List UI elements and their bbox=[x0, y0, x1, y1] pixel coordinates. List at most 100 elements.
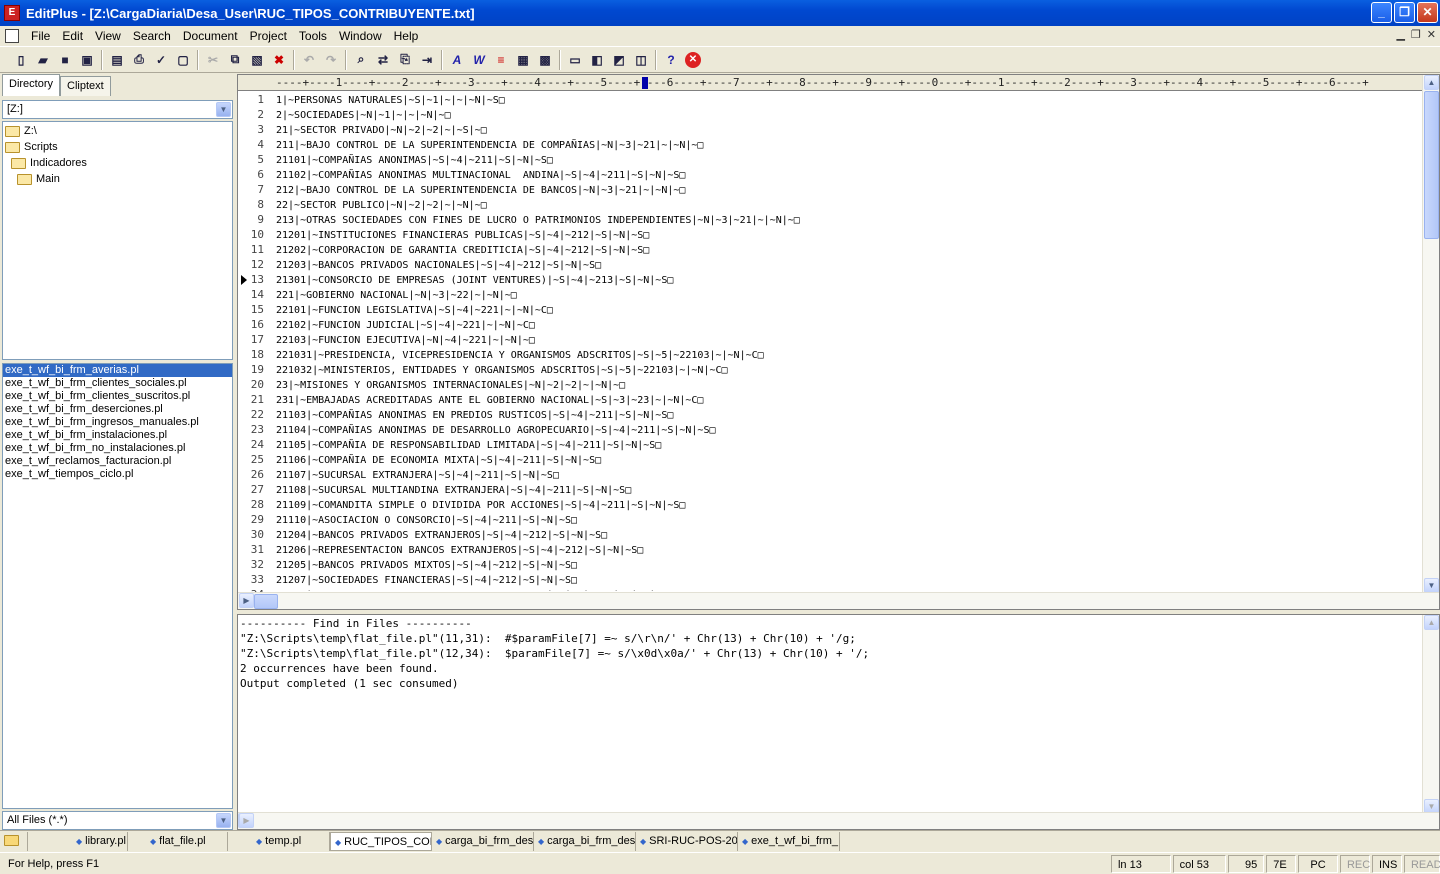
list-item[interactable]: exe_t_wf_bi_frm_deserciones.pl bbox=[3, 403, 232, 416]
code-line[interactable]: 21208|~REPRESENTACION FINANCIERAS EXTRAN… bbox=[276, 588, 673, 591]
code-line[interactable]: 23|~MISIONES Y ORGANISMOS INTERNACIONALE… bbox=[276, 378, 625, 393]
tab-flat-file[interactable]: ◆ flat_file.pl bbox=[128, 831, 228, 851]
line-number-icon[interactable]: ≡ bbox=[490, 49, 512, 71]
cliptext-window-icon[interactable]: ◩ bbox=[608, 49, 630, 71]
file-filter-select[interactable]: All Files (*.*) ▼ bbox=[2, 811, 233, 830]
menu-file[interactable]: File bbox=[25, 29, 56, 43]
list-item[interactable]: exe_t_wf_reclamos_facturacion.pl bbox=[3, 455, 232, 468]
drive-select[interactable]: [Z:] ▼ bbox=[2, 100, 233, 119]
scroll-right-icon[interactable]: ▶ bbox=[239, 813, 254, 828]
delete-icon[interactable]: ✖ bbox=[268, 49, 290, 71]
tab-directory[interactable]: Directory bbox=[2, 74, 61, 96]
cut-icon[interactable]: ✂ bbox=[202, 49, 224, 71]
code-line[interactable]: 1|~PERSONAS NATURALES|~S|~1|~|~|~N|~S□ bbox=[276, 93, 505, 108]
print-icon[interactable]: ⎙ bbox=[128, 49, 150, 71]
print-preview-icon[interactable]: ▤ bbox=[106, 49, 128, 71]
word-wrap-icon[interactable]: W bbox=[468, 49, 490, 71]
code-line[interactable]: 221|~GOBIERNO NACIONAL|~N|~3|~22|~|~N|~□ bbox=[276, 288, 517, 303]
copy-icon[interactable]: ⧉ bbox=[224, 49, 246, 71]
chevron-down-icon[interactable]: ▼ bbox=[216, 102, 231, 117]
tree-node-indicadores[interactable]: Indicadores bbox=[11, 155, 87, 171]
code-line[interactable]: 22102|~FUNCION JUDICIAL|~S|~4|~221|~|~N|… bbox=[276, 318, 535, 333]
code-line[interactable]: 21205|~BANCOS PRIVADOS MIXTOS|~S|~4|~212… bbox=[276, 558, 577, 573]
tab-ruc-tipos[interactable]: ◆RUC_TIPOS_CONT bbox=[330, 831, 432, 851]
save-all-icon[interactable]: ▣ bbox=[76, 49, 98, 71]
menu-search[interactable]: Search bbox=[127, 29, 177, 43]
code-line[interactable]: 22|~SECTOR PUBLICO|~N|~2|~2|~|~N|~□ bbox=[276, 198, 487, 213]
output-vertical-scrollbar[interactable]: ▲ ▼ bbox=[1422, 615, 1439, 814]
code-line[interactable]: 21207|~SOCIEDADES FINANCIERAS|~S|~4|~212… bbox=[276, 573, 577, 588]
restore-button[interactable]: ❐ bbox=[1394, 2, 1415, 23]
save-icon[interactable]: ■ bbox=[54, 49, 76, 71]
tab-carga-2[interactable]: ◆ carga_bi_frm_dese bbox=[534, 831, 636, 851]
goto-line-icon[interactable]: ⇥ bbox=[416, 49, 438, 71]
editor-pane[interactable]: ----+----1----+----2----+----3----+----4… bbox=[237, 74, 1440, 610]
output-line[interactable]: "Z:\Scripts\temp\flat_file.pl"(12,34): $… bbox=[240, 646, 869, 661]
undo-icon[interactable]: ↶ bbox=[298, 49, 320, 71]
code-line[interactable]: 21109|~COMANDITA SIMPLE O DIVIDIDA POR A… bbox=[276, 498, 685, 513]
document-icon[interactable] bbox=[5, 28, 19, 43]
output-line[interactable]: "Z:\Scripts\temp\flat_file.pl"(11,31): #… bbox=[240, 631, 856, 646]
ruler-icon[interactable]: ▩ bbox=[534, 49, 556, 71]
list-item[interactable]: exe_t_wf_bi_frm_clientes_sociales.pl bbox=[3, 377, 232, 390]
help-icon[interactable]: ? bbox=[660, 49, 682, 71]
code-line[interactable]: 21202|~CORPORACION DE GARANTIA CREDITICI… bbox=[276, 243, 649, 258]
status-file-mode[interactable]: PC bbox=[1298, 854, 1338, 873]
browser-view-icon[interactable]: ▢ bbox=[172, 49, 194, 71]
code-line[interactable]: 21|~SECTOR PRIVADO|~N|~2|~2|~|~S|~□ bbox=[276, 123, 487, 138]
tab-sri-ruc[interactable]: ◆ SRI-RUC-POS-200 bbox=[636, 831, 738, 851]
tree-node-root[interactable]: Z:\ bbox=[5, 123, 37, 139]
code-line[interactable]: 21110|~ASOCIACION O CONSORCIO|~S|~4|~211… bbox=[276, 513, 577, 528]
menu-help[interactable]: Help bbox=[388, 29, 425, 43]
new-file-icon[interactable]: ▯ bbox=[10, 49, 32, 71]
font-icon[interactable]: A bbox=[446, 49, 468, 71]
list-item[interactable]: exe_t_wf_tiempos_ciclo.pl bbox=[3, 468, 232, 481]
code-line[interactable]: 231|~EMBAJADAS ACREDITADAS ANTE EL GOBIE… bbox=[276, 393, 703, 408]
tree-node-scripts[interactable]: Scripts bbox=[5, 139, 58, 155]
directory-window-icon[interactable]: ◧ bbox=[586, 49, 608, 71]
list-item[interactable]: exe_t_wf_bi_frm_ingresos_manuales.pl bbox=[3, 416, 232, 429]
scroll-up-icon[interactable]: ▲ bbox=[1424, 75, 1439, 90]
code-line[interactable]: 213|~OTRAS SOCIEDADES CON FINES DE LUCRO… bbox=[276, 213, 800, 228]
redo-icon[interactable]: ↷ bbox=[320, 49, 342, 71]
tab-library[interactable]: ◆ library.pl bbox=[28, 831, 128, 851]
tab-carga-1[interactable]: ◆ carga_bi_frm_dese bbox=[432, 831, 534, 851]
code-line[interactable]: 21206|~REPRESENTACION BANCOS EXTRANJEROS… bbox=[276, 543, 643, 558]
mdi-minimize-icon[interactable]: ▁ bbox=[1396, 28, 1404, 41]
scroll-up-icon[interactable]: ▲ bbox=[1424, 615, 1439, 630]
menu-project[interactable]: Project bbox=[244, 29, 293, 43]
open-file-icon[interactable]: ▰ bbox=[32, 49, 54, 71]
close-button[interactable]: ✕ bbox=[1417, 2, 1438, 23]
code-line[interactable]: 21108|~SUCURSAL MULTIANDINA EXTRANJERA|~… bbox=[276, 483, 631, 498]
status-read[interactable]: READ bbox=[1403, 854, 1440, 873]
code-line[interactable]: 21106|~COMPAÑIA DE ECONOMIA MIXTA|~S|~4|… bbox=[276, 453, 601, 468]
code-line[interactable]: 221032|~MINISTERIOS, ENTIDADES Y ORGANIS… bbox=[276, 363, 728, 378]
code-line[interactable]: 21102|~COMPAÑIAS ANONIMAS MULTINACIONAL … bbox=[276, 168, 685, 183]
code-line[interactable]: 22103|~FUNCION EJECUTIVA|~N|~4|~221|~|~N… bbox=[276, 333, 535, 348]
tab-cliptext[interactable]: Cliptext bbox=[60, 76, 111, 96]
code-line[interactable]: 21201|~INSTITUCIONES FINANCIERAS PUBLICA… bbox=[276, 228, 649, 243]
code-line[interactable]: 2|~SOCIEDADES|~N|~1|~|~|~N|~□ bbox=[276, 108, 451, 123]
list-item[interactable]: exe_t_wf_bi_frm_instalaciones.pl bbox=[3, 429, 232, 442]
scrollbar-thumb[interactable] bbox=[1424, 91, 1439, 239]
find-in-files-icon[interactable]: ⎘ bbox=[394, 49, 416, 71]
editor-horizontal-scrollbar[interactable]: ▶ bbox=[238, 592, 1439, 609]
stop-icon[interactable]: ✕ bbox=[685, 51, 701, 68]
minimize-button[interactable]: _ bbox=[1371, 2, 1392, 23]
code-line[interactable]: 21204|~BANCOS PRIVADOS EXTRANJEROS|~S|~4… bbox=[276, 528, 607, 543]
chevron-down-icon[interactable]: ▼ bbox=[216, 813, 231, 828]
code-line[interactable]: 21101|~COMPAÑIAS ANONIMAS|~S|~4|~211|~S|… bbox=[276, 153, 553, 168]
code-line[interactable]: 21103|~COMPAÑIAS ANONIMAS EN PREDIOS RUS… bbox=[276, 408, 673, 423]
scroll-down-icon[interactable]: ▼ bbox=[1424, 578, 1439, 593]
paste-icon[interactable]: ▧ bbox=[246, 49, 268, 71]
spell-check-icon[interactable]: ✓ bbox=[150, 49, 172, 71]
mdi-restore-icon[interactable]: ❐ bbox=[1411, 28, 1421, 41]
code-line[interactable]: 21203|~BANCOS PRIVADOS NACIONALES|~S|~4|… bbox=[276, 258, 601, 273]
replace-icon[interactable]: ⇄ bbox=[372, 49, 394, 71]
code-line[interactable]: 21104|~COMPAÑIAS ANONIMAS DE DESARROLLO … bbox=[276, 423, 716, 438]
output-window[interactable]: ---------- Find in Files ---------- "Z:\… bbox=[237, 614, 1440, 830]
code-line[interactable]: 21301|~CONSORCIO DE EMPRESAS (JOINT VENT… bbox=[276, 273, 673, 288]
list-item[interactable]: exe_t_wf_bi_frm_clientes_suscritos.pl bbox=[3, 390, 232, 403]
code-line[interactable]: 221031|~PRESIDENCIA, VICEPRESIDENCIA Y O… bbox=[276, 348, 764, 363]
scroll-right-icon[interactable]: ▶ bbox=[239, 593, 254, 608]
